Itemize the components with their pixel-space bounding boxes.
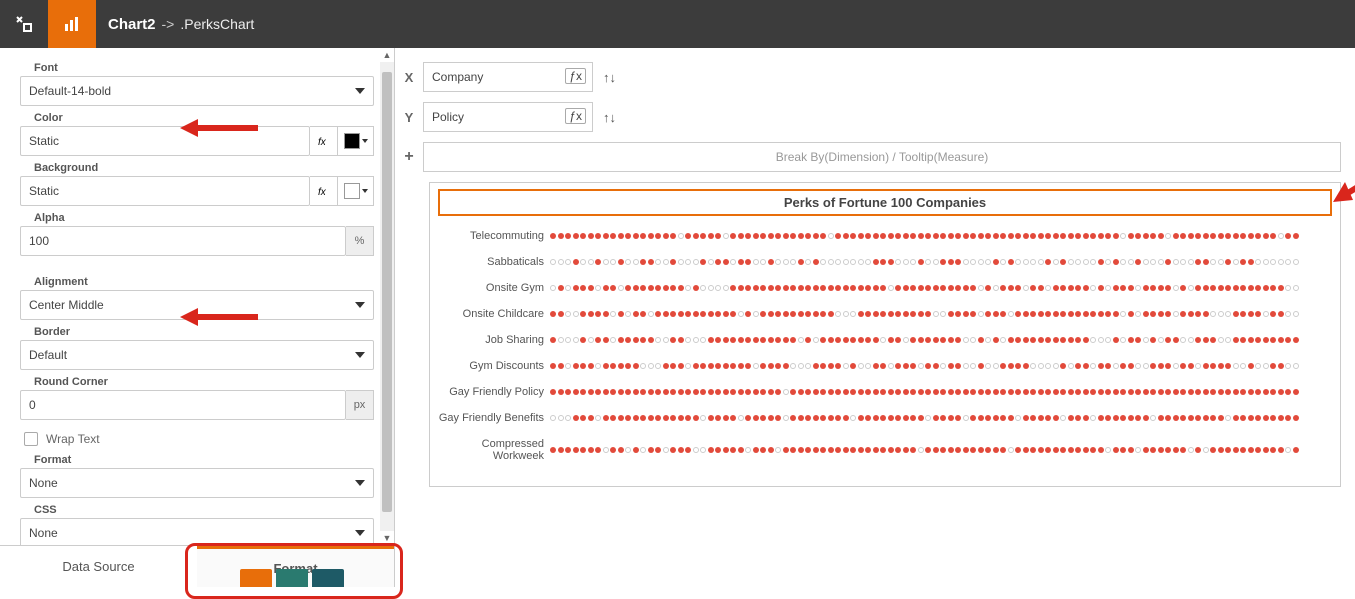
chart-row-label: Gay Friendly Benefits xyxy=(438,412,550,424)
scroll-down-icon[interactable]: ▼ xyxy=(380,531,394,545)
font-select[interactable]: Default-14-bold xyxy=(20,76,374,106)
properties-scrollbar[interactable]: ▲ ▼ xyxy=(380,48,394,545)
svg-text:fx: fx xyxy=(318,137,327,148)
chart-row: Telecommuting xyxy=(438,230,1332,242)
wraptext-checkbox-row[interactable]: Wrap Text xyxy=(24,432,374,446)
chart-row: Sabbaticals xyxy=(438,256,1332,268)
fx-icon[interactable]: ƒx xyxy=(565,68,586,84)
chevron-down-icon xyxy=(355,302,365,308)
color-swatch-black xyxy=(344,133,360,149)
breadcrumb-arrow: -> xyxy=(162,16,175,32)
dock-icon-1[interactable] xyxy=(240,569,272,587)
css-select[interactable]: None xyxy=(20,518,374,545)
sort-icon[interactable]: ↑↓ xyxy=(603,70,616,85)
background-swatch-picker[interactable] xyxy=(338,176,374,206)
chart-row-label: Onsite Childcare xyxy=(438,308,550,320)
chevron-down-icon xyxy=(355,480,365,486)
chart-dots xyxy=(550,447,1332,453)
scroll-up-icon[interactable]: ▲ xyxy=(380,48,394,62)
chart-dots xyxy=(550,363,1332,369)
chart-row: Onsite Gym xyxy=(438,282,1332,294)
properties-panel: Font Default-14-bold Color Static fx Bac… xyxy=(0,48,395,587)
color-swatch-picker[interactable] xyxy=(338,126,374,156)
add-axis-button[interactable]: + xyxy=(395,148,423,166)
sort-icon[interactable]: ↑↓ xyxy=(603,110,616,125)
format-select[interactable]: None xyxy=(20,468,374,498)
y-axis-label: Y xyxy=(395,110,423,125)
css-label: CSS xyxy=(34,504,374,516)
chevron-down-icon xyxy=(362,189,368,193)
background-fx-button[interactable]: fx xyxy=(310,176,338,206)
chart-mode-icon[interactable] xyxy=(48,0,96,48)
chevron-down-icon xyxy=(355,88,365,94)
background-label: Background xyxy=(34,162,374,174)
alignment-label: Alignment xyxy=(34,276,374,288)
chart-row-label: Compressed Workweek xyxy=(438,438,550,462)
chart-row-label: Onsite Gym xyxy=(438,282,550,294)
roundcorner-unit: px xyxy=(346,390,374,420)
dock-icon-2[interactable] xyxy=(276,569,308,587)
chart-dots xyxy=(550,337,1332,343)
border-select[interactable]: Default xyxy=(20,340,374,370)
alignment-select[interactable]: Center Middle xyxy=(20,290,374,320)
chart-row: Gay Friendly Benefits xyxy=(438,412,1332,424)
chart-row: Job Sharing xyxy=(438,334,1332,346)
chart-dots xyxy=(550,311,1332,317)
chart-row: Gym Discounts xyxy=(438,360,1332,372)
border-label: Border xyxy=(34,326,374,338)
chart-row-label: Sabbaticals xyxy=(438,256,550,268)
chart-dots xyxy=(550,233,1332,239)
checkbox-icon xyxy=(24,432,38,446)
alpha-input[interactable]: 100 xyxy=(20,226,346,256)
fx-icon[interactable]: ƒx xyxy=(565,108,586,124)
breakby-field[interactable]: Break By(Dimension) / Tooltip(Measure) xyxy=(423,142,1341,172)
chart-row: Compressed Workweek xyxy=(438,438,1332,462)
color-select[interactable]: Static xyxy=(20,126,310,156)
alpha-unit: % xyxy=(346,226,374,256)
y-axis-field[interactable]: Policyƒx xyxy=(423,102,593,132)
chart-row-label: Job Sharing xyxy=(438,334,550,346)
x-axis-label: X xyxy=(395,70,423,85)
wraptext-label: Wrap Text xyxy=(46,432,100,446)
chevron-down-icon xyxy=(362,139,368,143)
chart-row-label: Gym Discounts xyxy=(438,360,550,372)
x-axis-field[interactable]: Companyƒx xyxy=(423,62,593,92)
chevron-down-icon xyxy=(355,530,365,536)
svg-text:fx: fx xyxy=(318,187,327,198)
chevron-down-icon xyxy=(355,352,365,358)
chart-dots xyxy=(550,285,1332,291)
alpha-label: Alpha xyxy=(34,212,374,224)
dock-icon-3[interactable] xyxy=(312,569,344,587)
chart-dots xyxy=(550,259,1332,265)
chart-title[interactable]: Perks of Fortune 100 Companies xyxy=(438,189,1332,216)
chart-class-header: .PerksChart xyxy=(180,16,254,32)
bottom-dock-icons xyxy=(240,569,344,587)
color-swatch-white xyxy=(344,183,360,199)
color-label: Color xyxy=(34,112,374,124)
chart-row: Gay Friendly Policy xyxy=(438,386,1332,398)
roundcorner-input[interactable]: 0 xyxy=(20,390,346,420)
chart-area: Perks of Fortune 100 Companies Telecommu… xyxy=(429,182,1341,487)
chart-canvas-panel: X Companyƒx ↑↓ Y Policyƒx ↑↓ + Break By(… xyxy=(395,48,1355,587)
app-header: Chart2 -> .PerksChart xyxy=(0,0,1355,48)
roundcorner-label: Round Corner xyxy=(34,376,374,388)
chart-dots xyxy=(550,415,1332,421)
chart-title-header: Chart2 xyxy=(108,16,156,33)
background-select[interactable]: Static xyxy=(20,176,310,206)
color-fx-button[interactable]: fx xyxy=(310,126,338,156)
tab-data-source[interactable]: Data Source xyxy=(0,546,197,587)
chart-dots xyxy=(550,389,1332,395)
chart-row-label: Gay Friendly Policy xyxy=(438,386,550,398)
format-label: Format xyxy=(34,454,374,466)
scroll-thumb[interactable] xyxy=(382,72,392,512)
chart-row: Onsite Childcare xyxy=(438,308,1332,320)
font-label: Font xyxy=(34,62,374,74)
chart-row-label: Telecommuting xyxy=(438,230,550,242)
tools-icon[interactable] xyxy=(0,0,48,48)
